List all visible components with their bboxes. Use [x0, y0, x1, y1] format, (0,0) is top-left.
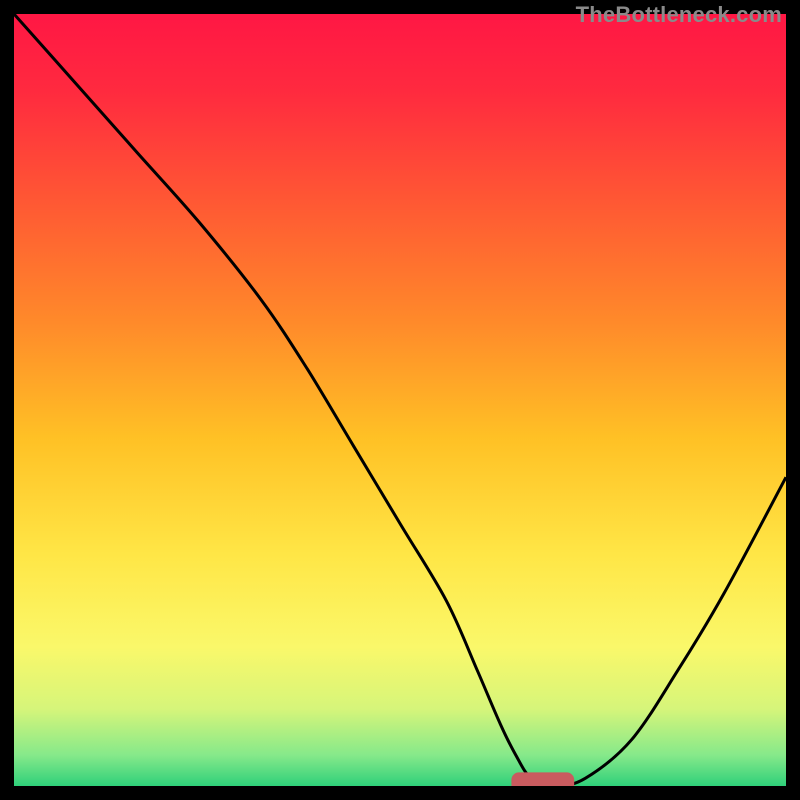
gradient-background: [14, 14, 786, 786]
chart-frame: TheBottleneck.com: [0, 0, 800, 800]
watermark-label: TheBottleneck.com: [576, 2, 782, 28]
optimum-marker: [512, 773, 574, 786]
bottleneck-plot: [14, 14, 786, 786]
